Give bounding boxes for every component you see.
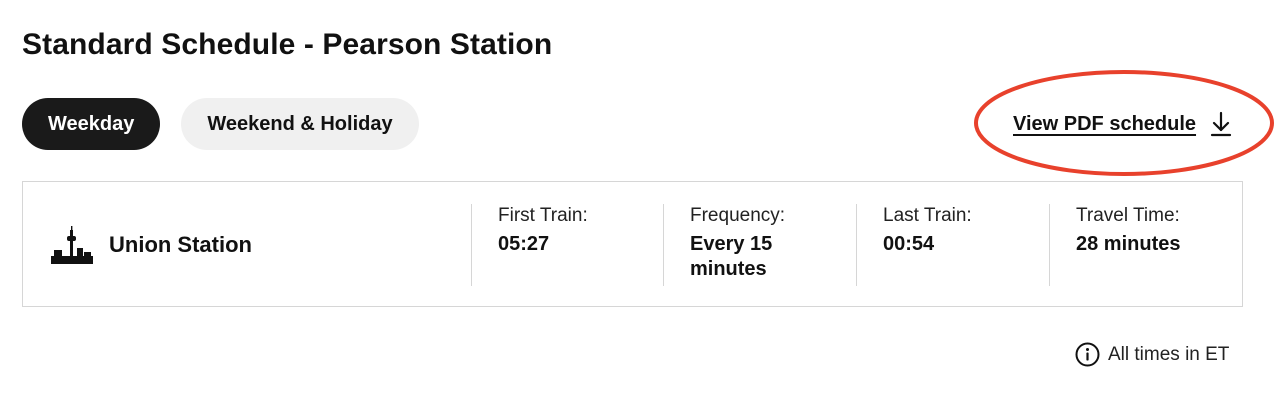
timezone-note-text: All times in ET: [1108, 343, 1230, 365]
tab-weekday[interactable]: Weekday: [22, 98, 161, 150]
frequency-value: Every 15 minutes: [690, 233, 773, 280]
first-train-value: 05:27: [498, 233, 550, 255]
first-train-column: First Train: 05:27: [471, 204, 663, 286]
tab-weekend-holiday[interactable]: Weekend & Holiday: [181, 98, 419, 150]
travel-time-column: Travel Time: 28 minutes: [1049, 204, 1242, 286]
city-skyline-icon: [51, 226, 93, 264]
frequency-label: Frequency:: [690, 205, 786, 226]
frequency-column: Frequency: Every 15 minutes: [663, 204, 856, 286]
first-train-label: First Train:: [498, 205, 588, 226]
last-train-label: Last Train:: [883, 205, 972, 226]
travel-time-label: Travel Time:: [1076, 205, 1180, 226]
timezone-note: All times in ET: [1075, 342, 1229, 367]
last-train-column: Last Train: 00:54: [856, 204, 1049, 286]
station-name: Union Station: [109, 232, 252, 257]
view-pdf-schedule-label[interactable]: View PDF schedule: [1013, 113, 1196, 136]
schedule-tabs: Weekday Weekend & Holiday: [22, 98, 419, 150]
station-block: Union Station: [51, 226, 252, 264]
info-icon: [1075, 342, 1100, 367]
download-icon: [1210, 111, 1232, 137]
view-pdf-schedule-link[interactable]: View PDF schedule: [1013, 110, 1234, 138]
schedule-card: Union Station First Train: 05:27 Frequen…: [22, 181, 1243, 307]
page-title: Standard Schedule - Pearson Station: [22, 28, 553, 61]
last-train-value: 00:54: [883, 233, 935, 255]
travel-time-value: 28 minutes: [1076, 233, 1181, 255]
